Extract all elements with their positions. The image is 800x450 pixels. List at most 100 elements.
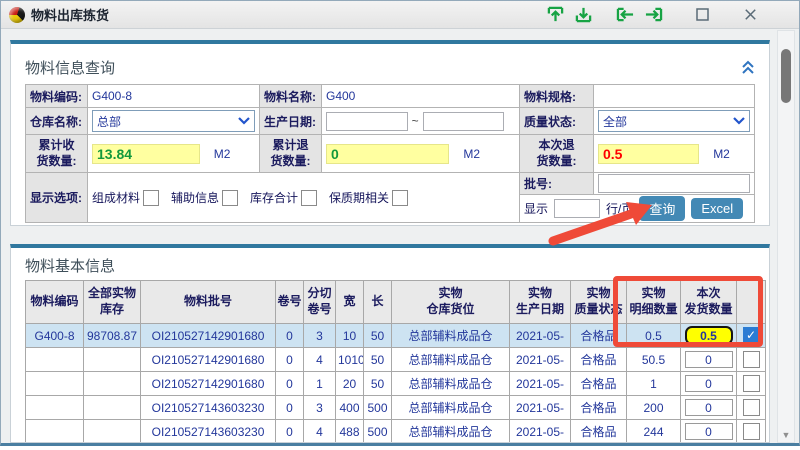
dock-right-icon[interactable]: [644, 6, 663, 23]
current-return-unit: M2: [713, 147, 730, 161]
column-header: 实物 仓库货位: [392, 281, 510, 324]
option-aux-checkbox[interactable]: [222, 190, 238, 206]
cell: 50: [364, 372, 392, 396]
vertical-scrollbar[interactable]: ▼: [777, 30, 795, 443]
display-options-label: 显示选项:: [26, 173, 88, 223]
quality-select[interactable]: 全部: [598, 110, 750, 132]
batch-no-input[interactable]: [598, 174, 750, 193]
cell: 合格品: [571, 372, 627, 396]
excel-button[interactable]: Excel: [691, 198, 743, 219]
cell: 0: [276, 348, 304, 372]
prod-date-to-input[interactable]: [423, 112, 505, 131]
warehouse-label: 仓库名称:: [26, 108, 88, 135]
material-code-value[interactable]: G400-8: [88, 85, 260, 108]
cell: [26, 348, 84, 372]
material-spec-value[interactable]: [594, 85, 755, 108]
cell: [26, 420, 84, 444]
row-select-checkbox[interactable]: [743, 423, 760, 440]
cell: [84, 396, 141, 420]
row-select-checkbox[interactable]: [743, 351, 760, 368]
cell: G400-8: [26, 324, 84, 348]
cell: 244: [627, 420, 681, 444]
cell: 0: [276, 324, 304, 348]
window-title: 物料出库拣货: [31, 5, 109, 24]
ship-qty-input[interactable]: [685, 423, 733, 440]
total-received-value: 13.84: [92, 144, 200, 164]
option-label: 组成材料: [92, 189, 140, 206]
scrollbar-down-arrow[interactable]: ▼: [778, 430, 794, 440]
material-spec-label: 物料规格:: [520, 85, 594, 108]
ship-qty-input[interactable]: [685, 351, 733, 368]
cell: 总部辅料成品仓: [392, 420, 510, 444]
cell: OI210527142901680: [141, 372, 276, 396]
prod-date-from-input[interactable]: [326, 112, 408, 131]
query-section-title: 物料信息查询: [25, 57, 115, 78]
title-bar: 物料出库拣货: [1, 1, 799, 29]
collapse-section-icon[interactable]: [741, 60, 755, 75]
close-icon[interactable]: [742, 6, 759, 23]
detail-table-body: G400-898708.87OI210527142901680031050总部辅…: [26, 324, 766, 444]
cell: 总部辅料成品仓: [392, 396, 510, 420]
column-header: 分切 卷号: [304, 281, 336, 324]
warehouse-select[interactable]: 总部: [92, 110, 255, 132]
cell: 总部辅料成品仓: [392, 324, 510, 348]
chevron-down-icon: [733, 117, 745, 125]
table-row[interactable]: OI21052714360323004488500总部辅料成品仓2021-05-…: [26, 420, 766, 444]
scrollbar-thumb[interactable]: [781, 49, 791, 103]
quality-selected-value: 全部: [603, 113, 627, 130]
row-select-checkbox[interactable]: [743, 375, 760, 392]
current-return-label: 本次退货数量:: [520, 135, 594, 173]
column-header: 物料批号: [141, 281, 276, 324]
column-header: 实物 明细数量: [627, 281, 681, 324]
query-panel: 物料信息查询 物料编码: G400-8 物料名称: G400 物料规格: 仓库名…: [10, 40, 770, 226]
total-returned-value: 0: [326, 144, 449, 164]
table-row[interactable]: OI21052714290168004101050总部辅料成品仓2021-05-…: [26, 348, 766, 372]
row-select-checkbox[interactable]: ✓: [743, 327, 760, 344]
column-header: 长: [364, 281, 392, 324]
cell: [26, 372, 84, 396]
detail-header-row: 物料编码全部实物 库存物料批号卷号分切 卷号宽长实物 仓库货位实物 生产日期实物…: [26, 281, 766, 324]
total-returned-unit: M2: [463, 147, 480, 161]
show-rows-label: 显示: [524, 200, 548, 217]
column-header: 实物 生产日期: [510, 281, 571, 324]
detail-panel: 物料基本信息 物料编码全部实物 库存物料批号卷号分切 卷号宽长实物 仓库货位实物…: [10, 244, 770, 443]
column-header: 卷号: [276, 281, 304, 324]
cell: 合格品: [571, 420, 627, 444]
dock-top-icon[interactable]: [546, 6, 565, 23]
row-select-checkbox[interactable]: [743, 399, 760, 416]
cell: 1: [304, 372, 336, 396]
ship-qty-input[interactable]: [685, 375, 733, 392]
detail-section-title: 物料基本信息: [25, 255, 115, 276]
cell: 合格品: [571, 348, 627, 372]
prod-date-label: 生产日期:: [260, 108, 322, 135]
cell: 0: [276, 420, 304, 444]
quality-label: 质量状态:: [520, 108, 594, 135]
material-name-value[interactable]: G400: [322, 85, 520, 108]
option-shelf-life-checkbox[interactable]: [392, 190, 408, 206]
table-row[interactable]: G400-898708.87OI210527142901680031050总部辅…: [26, 324, 766, 348]
query-button[interactable]: 查询: [639, 196, 685, 221]
table-row[interactable]: OI210527142901680012050总部辅料成品仓2021-05-合格…: [26, 372, 766, 396]
cell: 2021-05-: [510, 396, 571, 420]
cell: OI210527143603230: [141, 396, 276, 420]
cell: 4: [304, 348, 336, 372]
column-header: 物料编码: [26, 281, 84, 324]
option-label: 辅助信息: [171, 189, 219, 206]
cell: 2021-05-: [510, 372, 571, 396]
cell: 3: [304, 324, 336, 348]
current-return-value[interactable]: 0.5: [598, 144, 699, 164]
table-row[interactable]: OI21052714360323003400500总部辅料成品仓2021-05-…: [26, 396, 766, 420]
column-header: 全部实物 库存: [84, 281, 141, 324]
column-header: 实物 质量状态: [571, 281, 627, 324]
maximize-icon[interactable]: [694, 6, 711, 23]
column-header: 本次 发货数量: [681, 281, 737, 324]
dock-left-icon[interactable]: [616, 6, 635, 23]
option-stock-total-checkbox[interactable]: [301, 190, 317, 206]
cell: 总部辅料成品仓: [392, 348, 510, 372]
ship-qty-input[interactable]: [685, 399, 733, 416]
rows-per-page-input[interactable]: [554, 199, 600, 218]
cell: 50: [364, 324, 392, 348]
option-compose-checkbox[interactable]: [143, 190, 159, 206]
dock-bottom-icon[interactable]: [574, 6, 593, 23]
ship-qty-input[interactable]: [685, 326, 733, 345]
